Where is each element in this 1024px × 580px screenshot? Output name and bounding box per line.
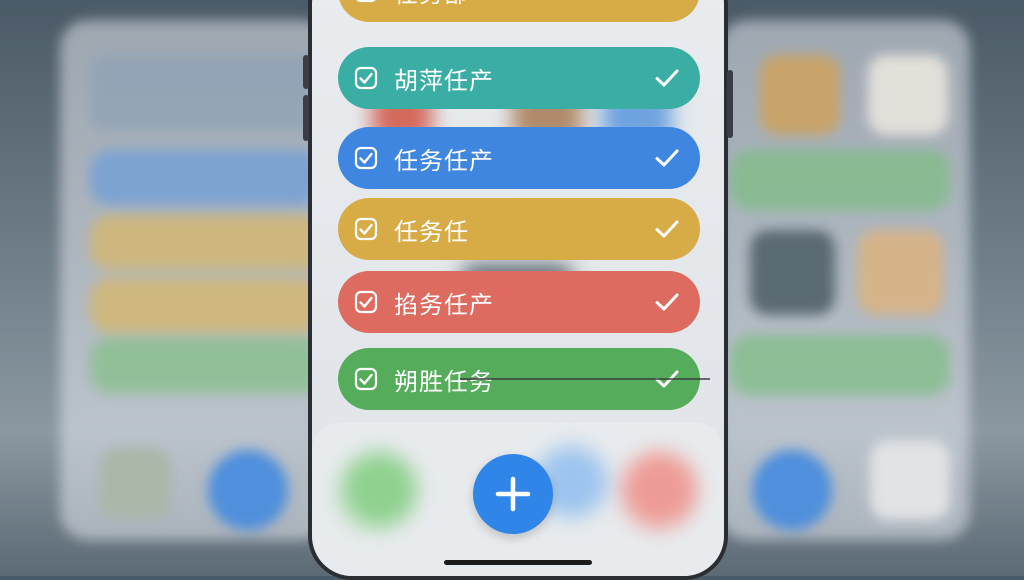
task-item-2[interactable]: 胡萍任产 [338,47,700,109]
checkbox-checked-icon[interactable] [354,146,378,170]
checkbox-checked-icon[interactable] [354,290,378,314]
background-left-add-circle [208,450,288,530]
add-task-button[interactable] [473,454,553,534]
home-indicator[interactable] [444,560,592,565]
task-label: 掐务任产 [394,290,494,319]
task-label: 胡萍任产 [394,66,494,95]
background-left-app-square [100,448,170,518]
background-right-app-3 [750,230,835,315]
background-right-app-1 [760,55,840,135]
phone-screen: 任务部 胡萍任产 任务任产 任务任 [312,0,724,576]
task-item-3[interactable]: 任务任产 [338,127,700,189]
background-right-pill-green-2 [730,335,950,395]
background-right-app-4 [858,230,943,315]
task-label: 任务任 [394,217,469,246]
task-item-1[interactable]: 任务部 [338,0,700,22]
checkbox-checked-icon[interactable] [354,0,378,3]
background-right-add-circle [752,450,832,530]
background-left-pill-yellow [90,215,320,270]
background-right-pill-green [730,150,950,210]
task-item-5[interactable]: 掐务任产 [338,271,700,333]
checkbox-checked-icon[interactable] [354,367,378,391]
volume-down-button [303,95,309,141]
task-label: 任务部 [394,0,654,9]
checkmark-icon [655,149,679,167]
task-item-4[interactable]: 任务任 [338,198,700,260]
background-right-app-2 [868,55,948,135]
checkmark-icon [655,293,679,311]
background-left-pill-blue [90,150,320,205]
volume-up-button [303,55,309,89]
strikethrough-line [460,378,710,380]
plus-icon [495,476,531,512]
checkmark-icon [654,0,680,2]
background-right-app-5 [870,440,950,520]
checkmark-icon [655,220,679,238]
background-left-pill-green [90,338,320,393]
task-label: 任务任产 [394,146,494,175]
checkmark-icon [655,69,679,87]
power-button [727,70,733,138]
background-left-banner [90,55,320,130]
checkbox-checked-icon[interactable] [354,66,378,90]
checkbox-checked-icon[interactable] [354,217,378,241]
background-left-pill-yellow-2 [90,278,320,333]
